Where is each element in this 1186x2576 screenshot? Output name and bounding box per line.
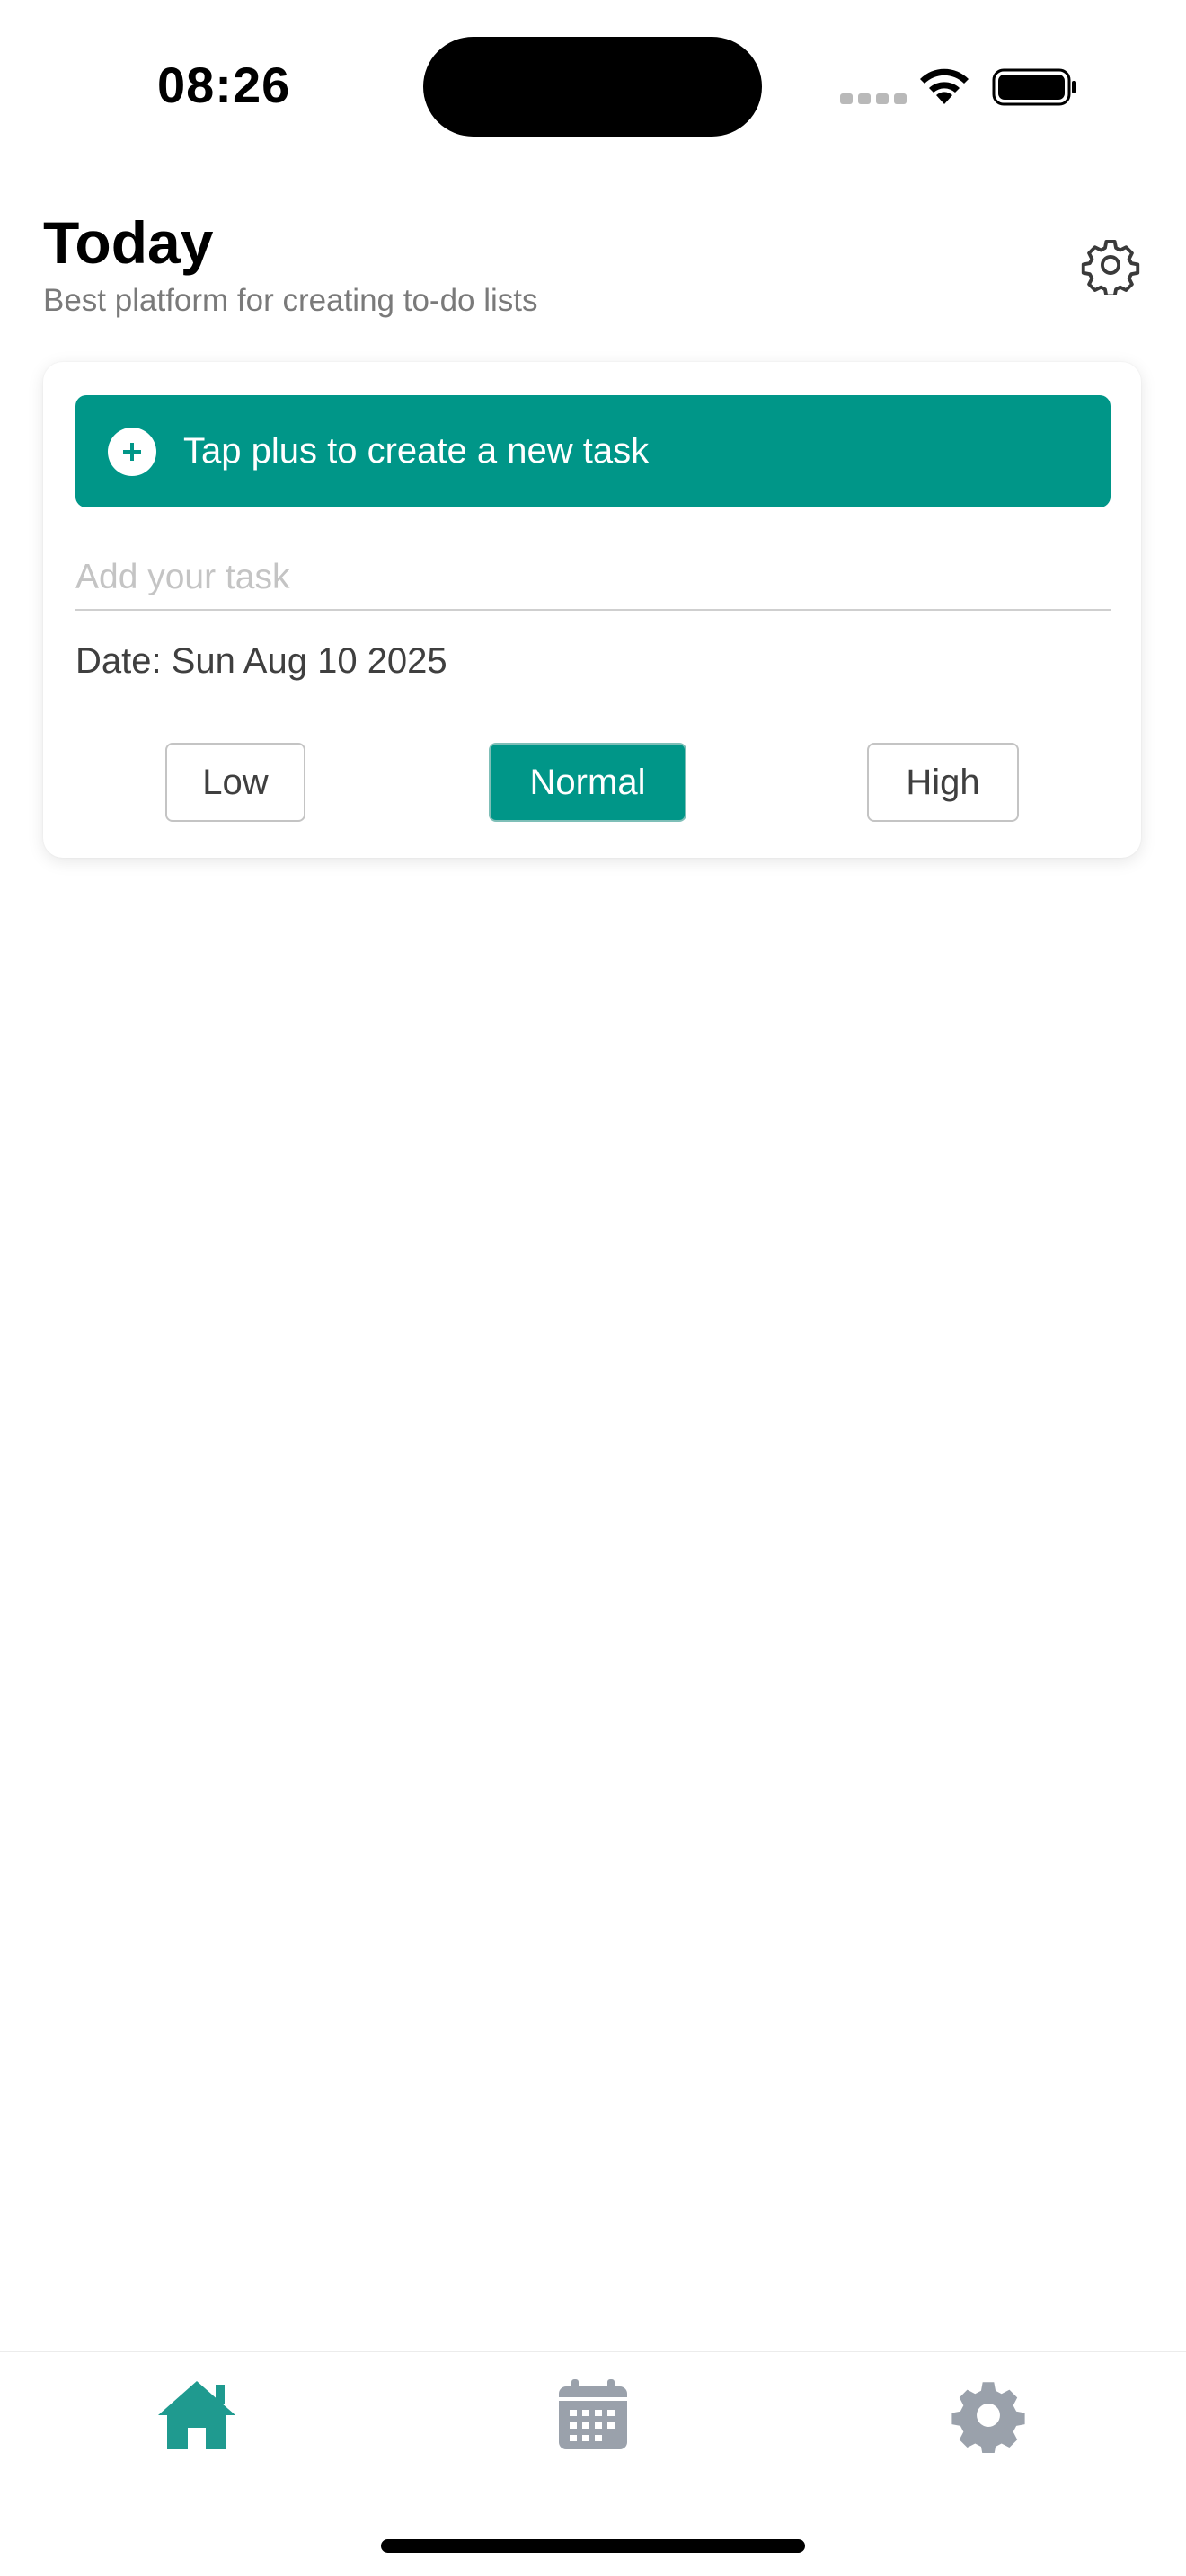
create-task-card: Tap plus to create a new task Date: Sun … — [43, 362, 1141, 858]
app-screen: 08:26 Today Best platform for creating t… — [0, 0, 1186, 2576]
home-icon — [158, 2381, 235, 2449]
tab-calendar[interactable] — [539, 2370, 647, 2460]
task-date: Date: Sun Aug 10 2025 — [75, 641, 447, 681]
calendar-icon — [559, 2379, 627, 2449]
page-title: Today — [43, 209, 214, 276]
banner-label: Tap plus to create a new task — [183, 431, 650, 471]
create-task-banner[interactable]: Tap plus to create a new task — [75, 395, 1111, 507]
priority-normal-button[interactable]: Normal — [489, 743, 686, 822]
priority-low-button[interactable]: Low — [165, 743, 305, 822]
wifi-icon — [920, 68, 969, 104]
home-indicator[interactable] — [381, 2539, 805, 2553]
tab-settings[interactable] — [934, 2370, 1042, 2460]
cellular-signal-icon — [840, 93, 907, 104]
tab-home[interactable] — [143, 2370, 251, 2460]
battery-icon — [992, 68, 1076, 106]
gear-icon[interactable] — [1081, 235, 1140, 295]
settings-icon — [951, 2382, 1025, 2453]
dynamic-island — [423, 37, 762, 137]
priority-high-button[interactable]: High — [867, 743, 1019, 822]
plus-icon[interactable] — [108, 427, 156, 476]
status-time: 08:26 — [157, 57, 291, 113]
page-subtitle: Best platform for creating to-do lists — [43, 283, 538, 318]
task-input[interactable] — [75, 546, 1111, 611]
